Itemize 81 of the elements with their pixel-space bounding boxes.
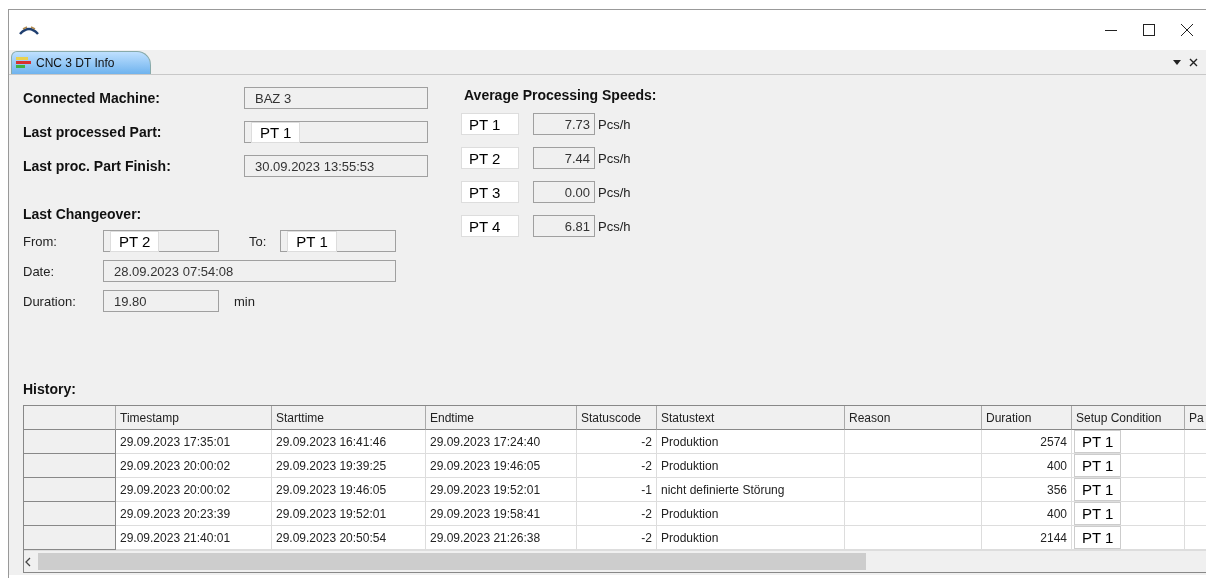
field-label: To:	[249, 233, 267, 249]
value-field: 30.09.2023 13:55:53	[244, 155, 428, 177]
dropdown-caret-icon[interactable]	[1173, 59, 1181, 65]
field-label: From:	[23, 233, 58, 249]
value-field: 7.44	[533, 147, 595, 169]
value-field: 28.09.2023 07:54:08	[103, 260, 396, 282]
column-header[interactable]: Duration	[982, 406, 1072, 430]
table-cell: -2	[577, 502, 657, 526]
close-icon[interactable]	[1189, 57, 1198, 67]
app-logo-icon	[18, 24, 40, 36]
bar-chart-icon	[15, 56, 31, 70]
table-cell: 29.09.2023 20:00:02	[116, 454, 272, 478]
table-cell: -1	[577, 478, 657, 502]
field-label: Duration:	[23, 293, 77, 309]
table-cell: nicht definierte Störung	[657, 478, 845, 502]
unit-label: Pcs/h	[598, 116, 631, 132]
part-tag: PT 3	[461, 181, 519, 203]
value-field: 7.73	[533, 113, 595, 135]
table-cell: 29.09.2023 19:52:01	[426, 478, 577, 502]
part-tag: PT 4	[461, 215, 519, 237]
table-cell: 29.09.2023 19:46:05	[272, 478, 426, 502]
table-cell: 29.09.2023 17:24:40	[426, 430, 577, 454]
value-field: 19.80	[103, 290, 219, 312]
table-cell: 29.09.2023 19:39:25	[272, 454, 426, 478]
field-label: Last proc. Part Finish:	[23, 158, 172, 174]
row-header[interactable]	[24, 526, 116, 550]
part-tag: PT 1	[1074, 526, 1122, 549]
close-icon[interactable]	[1180, 23, 1194, 37]
part-tag: PT 2	[461, 147, 519, 169]
column-header[interactable]: Endtime	[426, 406, 577, 430]
table-cell: 29.09.2023 20:00:02	[116, 478, 272, 502]
column-header[interactable]: Reason	[845, 406, 982, 430]
unit-label: Pcs/h	[598, 218, 631, 234]
column-header[interactable]: Setup Condition	[1072, 406, 1185, 430]
row-header[interactable]	[24, 478, 116, 502]
part-tag: PT 1	[1074, 478, 1122, 501]
table-cell: 400	[982, 502, 1072, 526]
table-cell: 29.09.2023 19:52:01	[272, 502, 426, 526]
table-cell: 29.09.2023 16:41:46	[272, 430, 426, 454]
part-tag: PT 1	[251, 121, 301, 143]
row-header[interactable]	[24, 502, 116, 526]
part-tag: PT 2	[110, 230, 160, 252]
table-cell: 400	[982, 454, 1072, 478]
scroll-left-icon[interactable]	[24, 556, 32, 567]
table-cell: 356	[982, 478, 1072, 502]
field-label: Date:	[23, 263, 56, 279]
table-cell: Produktion	[657, 502, 845, 526]
column-header[interactable]: Statuscode	[577, 406, 657, 430]
part-tag: PT 1	[1074, 430, 1122, 453]
part-tag: PT 1	[1074, 502, 1122, 525]
row-header[interactable]	[24, 454, 116, 478]
table-cell: -2	[577, 454, 657, 478]
part-tag: PT 1	[287, 230, 337, 252]
column-header[interactable]: Starttime	[272, 406, 426, 430]
field-label: Connected Machine:	[23, 90, 161, 106]
table-cell: 29.09.2023 19:58:41	[426, 502, 577, 526]
value-field: BAZ 3	[244, 87, 428, 109]
field-label: Last processed Part:	[23, 124, 163, 140]
section-heading: History:	[23, 381, 77, 397]
maximize-icon[interactable]	[1142, 23, 1156, 37]
unit-label: Pcs/h	[598, 150, 631, 166]
table-cell: Produktion	[657, 430, 845, 454]
unit-label: min	[234, 293, 255, 309]
part-tag: PT 1	[461, 113, 519, 135]
table-cell: 29.09.2023 17:35:01	[116, 430, 272, 454]
table-cell: 29.09.2023 19:46:05	[426, 454, 577, 478]
row-header[interactable]	[24, 430, 116, 454]
table-cell: 29.09.2023 20:23:39	[116, 502, 272, 526]
section-heading: Last Changeover:	[23, 206, 143, 222]
unit-label: Pcs/h	[598, 184, 631, 200]
tab[interactable]: CNC 3 DT Info	[11, 51, 151, 74]
value-field: 6.81	[533, 215, 595, 237]
column-header[interactable]: Statustext	[657, 406, 845, 430]
column-header[interactable]: Pa	[1185, 406, 1206, 430]
table-cell: 2574	[982, 430, 1072, 454]
section-heading: Average Processing Speeds:	[464, 87, 657, 103]
column-header[interactable]: Timestamp	[116, 406, 272, 430]
table-cell: -2	[577, 430, 657, 454]
value-field: 0.00	[533, 181, 595, 203]
part-tag: PT 1	[1074, 454, 1122, 477]
table-cell: Produktion	[657, 454, 845, 478]
